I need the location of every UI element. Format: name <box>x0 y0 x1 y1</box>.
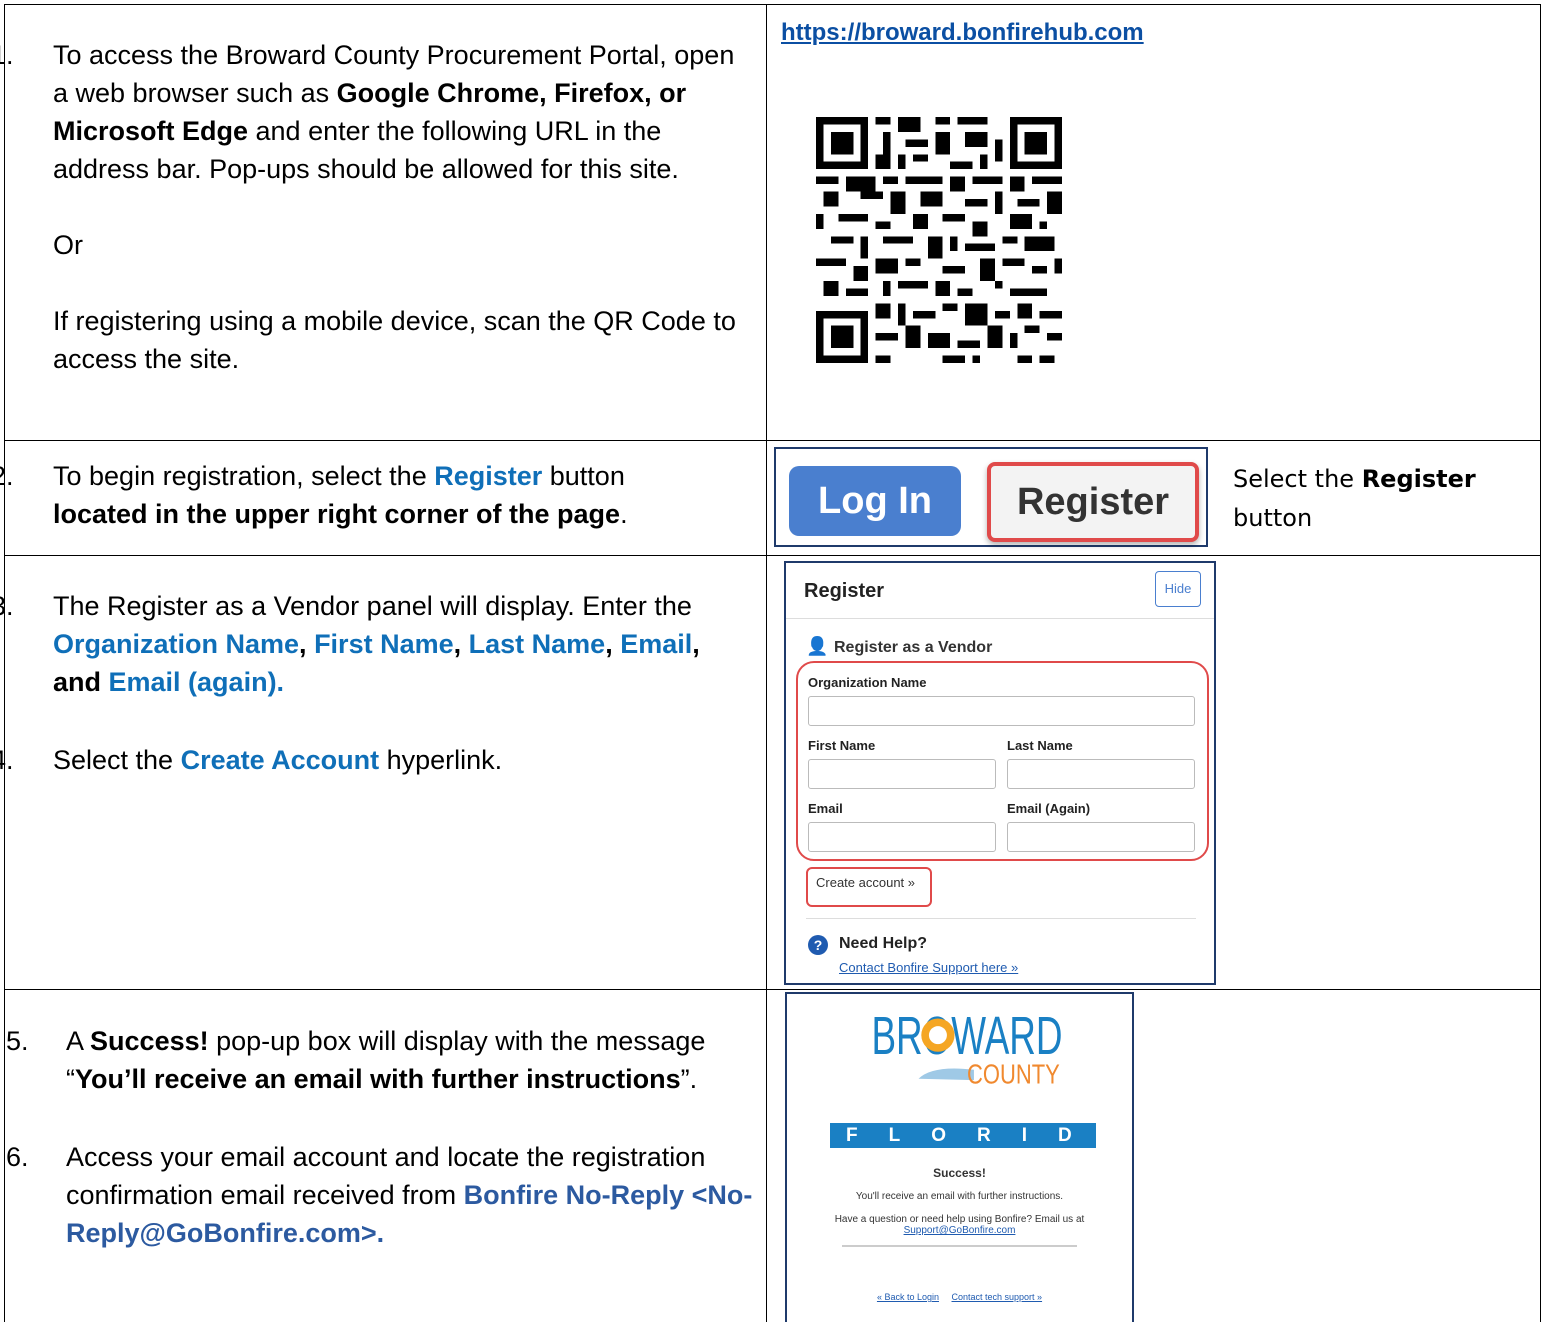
select-register-note: Select the Register button <box>1233 460 1476 538</box>
register-vendor-panel: Register Hide 👤 Register as a Vendor Orga… <box>784 561 1216 985</box>
vendor-label: Register as a Vendor <box>834 639 993 656</box>
step-text: A <box>66 1026 91 1056</box>
step-number: 6. <box>6 1142 29 1172</box>
email-input[interactable] <box>808 822 996 852</box>
help-question-text: Have a question or need help using Bonfi… <box>834 1214 1085 1225</box>
step-text: button <box>542 461 625 491</box>
email-term: Email <box>620 629 693 659</box>
step-text: To begin registration, select the <box>53 461 435 491</box>
step-1-text: 1.To access the Broward County Procureme… <box>0 36 742 378</box>
success-message: You'll receive an email with further ins… <box>855 1191 1064 1202</box>
create-term: Create Account <box>180 745 380 775</box>
contact-tech-support-link[interactable]: Contact tech support » <box>952 1292 1043 1302</box>
org-name-label: Organization Name <box>808 675 927 690</box>
step-number: 1. <box>0 40 14 70</box>
support-email-link[interactable]: Support@GoBonfire.com <box>787 1225 1132 1236</box>
success-title: Success! <box>933 1166 986 1180</box>
hide-button[interactable]: Hide <box>1155 571 1201 607</box>
step-number: 2. <box>0 461 14 491</box>
step-number: 4. <box>0 745 14 775</box>
panel-title: Register <box>804 580 885 602</box>
need-help-title: Need Help? <box>839 935 928 952</box>
broward-county-logo: BROWARD COUNTY <box>871 1006 1062 1090</box>
org-name-input[interactable] <box>808 696 1195 726</box>
note-text: Select the <box>1233 465 1362 493</box>
step-text: . <box>620 499 628 529</box>
note-text: button <box>1233 504 1313 532</box>
svg-text:BROWARD: BROWARD <box>871 1006 1062 1066</box>
location-text: located in the upper right corner of the… <box>53 499 621 529</box>
first-term: First Name <box>314 629 454 659</box>
last-name-input[interactable] <box>1007 759 1195 789</box>
or-text: Or <box>53 230 83 260</box>
sep: , <box>299 629 315 659</box>
email-again-input[interactable] <box>1007 822 1195 852</box>
mobile-text: If registering using a mobile device, sc… <box>53 306 736 374</box>
step-3-4-text: 3. The Register as a Vendor panel will di… <box>0 587 742 779</box>
last-term: Last Name <box>468 629 606 659</box>
sep: , <box>453 629 469 659</box>
step-text: ”. <box>680 1064 698 1094</box>
email-label: Email <box>808 801 843 816</box>
step-text: Select the <box>53 745 181 775</box>
divider <box>786 618 1214 619</box>
first-name-label: First Name <box>808 738 876 753</box>
step-2-text: 2. To begin registration, select the Regi… <box>0 457 742 533</box>
step-5-6-text: 5. A Success! pop-up box will display wit… <box>6 1022 756 1252</box>
step-text: The Register as a Vendor panel will disp… <box>53 591 692 621</box>
org-term: Organization Name <box>53 629 300 659</box>
step-number: 3. <box>0 591 14 621</box>
login-register-screenshot: Log In Register <box>774 447 1208 547</box>
success-term: Success! <box>90 1026 209 1056</box>
step-number: 5. <box>6 1026 29 1056</box>
footer-links: « Back to Login Contact tech support » <box>787 1292 1132 1302</box>
note-register: Register <box>1361 465 1476 493</box>
add-user-icon: 👤 <box>806 636 829 656</box>
svg-text:COUNTY: COUNTY <box>967 1059 1060 1090</box>
contact-support-link[interactable]: Contact Bonfire Support here » <box>839 960 1018 975</box>
back-to-login-link[interactable]: « Back to Login <box>877 1292 939 1302</box>
register-button[interactable]: Register <box>987 462 1199 542</box>
portal-url-link[interactable]: https://broward.bonfirehub.com <box>781 19 1144 47</box>
register-vendor-heading: 👤 Register as a Vendor <box>806 636 992 657</box>
sep: , <box>605 629 613 659</box>
divider <box>842 1245 1077 1247</box>
first-name-input[interactable] <box>808 759 996 789</box>
login-button[interactable]: Log In <box>789 466 961 536</box>
create-account-button[interactable]: Create account » <box>816 875 915 890</box>
email-again-label: Email (Again) <box>1007 801 1091 816</box>
last-name-label: Last Name <box>1007 738 1073 753</box>
register-term: Register <box>434 461 543 491</box>
florida-text: FLORIDA <box>846 1125 1096 1146</box>
success-popup: BROWARD COUNTY FLORIDA Success! You'll r… <box>785 992 1134 1322</box>
step-text: hyperlink. <box>379 745 503 775</box>
email2-term: Email (again). <box>108 667 285 697</box>
divider <box>806 918 1196 919</box>
qr-code-image <box>816 117 1062 363</box>
message-term: You’ll receive an email with further ins… <box>75 1064 681 1094</box>
help-question-icon: ? <box>808 935 828 955</box>
